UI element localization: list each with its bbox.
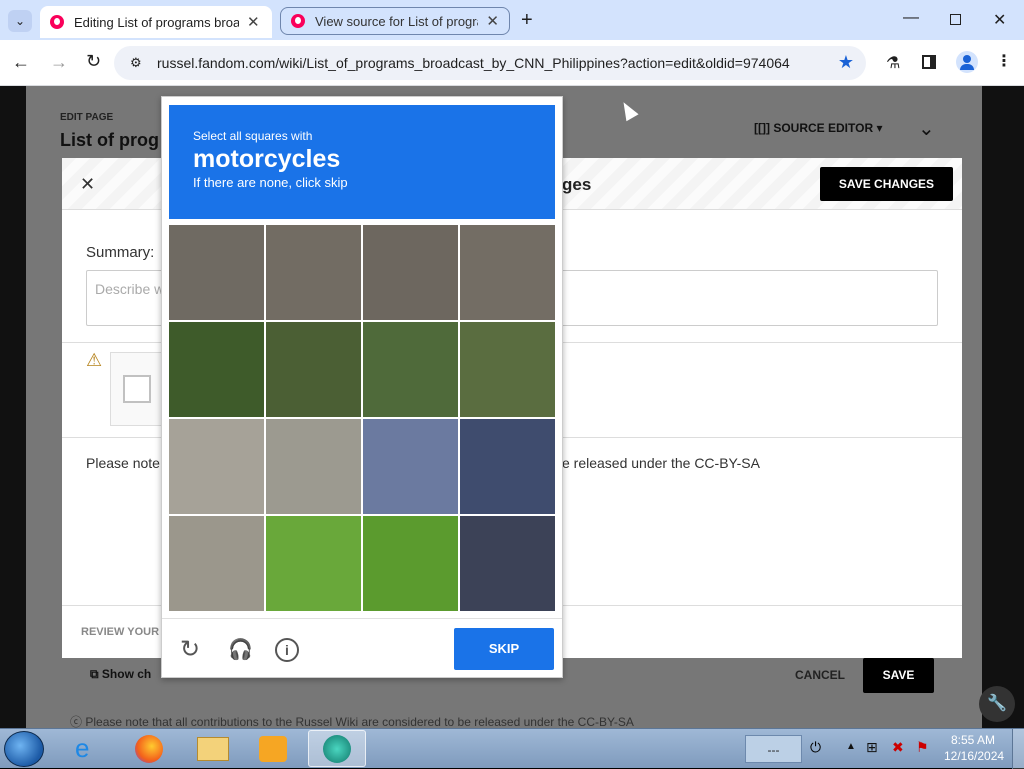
cc-icon: ⓒ <box>70 715 83 729</box>
source-editor-icon: [[]] <box>754 121 770 135</box>
review-label: REVIEW YOUR <box>81 626 160 638</box>
captcha-tile[interactable] <box>266 322 361 417</box>
show-changes-label: Show ch <box>101 667 152 681</box>
network-icon[interactable]: ⊞ <box>866 739 878 756</box>
tab-strip: ⌄ Editing List of programs broadc ✕ View… <box>0 0 1024 42</box>
captcha-grid <box>169 225 555 611</box>
captcha-tile[interactable] <box>266 225 361 320</box>
captcha-tile[interactable] <box>169 225 264 320</box>
captcha-tile[interactable] <box>363 516 458 611</box>
language-bar[interactable]: --- <box>745 735 802 763</box>
edit-page-label: EDIT PAGE <box>60 112 114 123</box>
close-tab-icon[interactable]: ✕ <box>486 12 499 30</box>
captcha-tile[interactable] <box>460 225 555 320</box>
clock-date: 12/16/2024 <box>944 749 1005 763</box>
maximize-button[interactable] <box>950 14 961 25</box>
captcha-tile[interactable] <box>266 419 361 514</box>
page-left-dark <box>0 86 26 728</box>
summary-placeholder: Describe w <box>95 281 165 297</box>
menu-icon[interactable]: ⋮ <box>996 51 1012 71</box>
close-icon[interactable]: ✕ <box>80 174 95 195</box>
wrench-icon[interactable]: 🔧 <box>979 686 1015 722</box>
new-tab-button[interactable]: + <box>521 9 533 32</box>
show-changes-button[interactable]: ⧉ Show ch <box>90 667 151 682</box>
footer-license-text: Please note that all contributions to th… <box>85 715 634 729</box>
firefox-icon[interactable] <box>135 735 163 763</box>
chevron-down-icon[interactable]: ⌄ <box>918 116 935 141</box>
diff-icon: ⧉ <box>90 667 99 681</box>
close-tab-icon[interactable]: ✕ <box>247 13 260 31</box>
bookmark-star-icon[interactable]: ★ <box>838 52 854 73</box>
recaptcha-checkbox[interactable] <box>123 375 151 403</box>
page-right-dark <box>982 86 1024 728</box>
captcha-tile[interactable] <box>169 516 264 611</box>
toolbar: ← → ↻ ⚙ russel.fandom.com/wiki/List_of_p… <box>0 40 1024 86</box>
minimize-button[interactable]: — <box>903 9 919 27</box>
close-window-button[interactable]: ✕ <box>993 10 1006 30</box>
info-icon[interactable]: i <box>275 638 299 662</box>
fandom-icon <box>50 15 64 29</box>
captcha-tile[interactable] <box>460 322 555 417</box>
captcha-target: motorcycles <box>193 145 341 173</box>
side-panel-icon[interactable] <box>922 55 936 69</box>
captcha-tile[interactable] <box>266 516 361 611</box>
address-bar[interactable]: ⚙ russel.fandom.com/wiki/List_of_program… <box>114 46 866 80</box>
explorer-icon[interactable] <box>197 737 229 761</box>
back-icon[interactable]: ← <box>12 52 30 73</box>
captcha-tile[interactable] <box>460 419 555 514</box>
page-title: List of prog <box>60 130 159 150</box>
headphones-icon[interactable]: 🎧 <box>228 637 253 662</box>
tab-view-source[interactable]: View source for List of program ✕ <box>280 7 510 35</box>
url-text: russel.fandom.com/wiki/List_of_programs_… <box>157 55 790 71</box>
show-hidden-icons[interactable]: ▲ <box>846 741 856 752</box>
source-editor-label: SOURCE EDITOR <box>773 121 874 135</box>
license-note-tail: e released under the CC-BY-SA <box>562 455 760 471</box>
media-player-icon[interactable] <box>259 736 287 762</box>
tab-search-button[interactable]: ⌄ <box>8 10 32 32</box>
forward-icon[interactable]: → <box>50 52 68 73</box>
captcha-tile[interactable] <box>363 225 458 320</box>
skip-button[interactable]: SKIP <box>454 628 554 670</box>
taskbar-active-app[interactable] <box>308 730 366 767</box>
fandom-icon <box>291 14 305 28</box>
modal-title: ges <box>562 175 592 194</box>
captcha-challenge: Select all squares with motorcycles If t… <box>161 96 563 678</box>
taskbar: e --- ⏻ ▲ ⊞ ✖ ⚑ 8:55 AM 12/16/2024 <box>0 728 1024 769</box>
action-center-icon[interactable]: ⚑ <box>916 739 929 756</box>
app-icon <box>323 735 351 763</box>
captcha-tile[interactable] <box>169 419 264 514</box>
profile-avatar[interactable] <box>956 51 978 73</box>
tab-title: Editing List of programs broadc <box>74 14 239 30</box>
start-button[interactable] <box>4 731 44 767</box>
save-changes-button[interactable]: SAVE CHANGES <box>820 167 953 201</box>
captcha-tile[interactable] <box>363 419 458 514</box>
cancel-button[interactable]: CANCEL <box>795 668 845 682</box>
captcha-header: Select all squares with motorcycles If t… <box>169 105 555 219</box>
captcha-tile[interactable] <box>169 322 264 417</box>
summary-label: Summary: <box>86 244 155 261</box>
captcha-instruction: Select all squares with <box>193 129 313 143</box>
captcha-tile[interactable] <box>460 516 555 611</box>
site-info-icon[interactable]: ⚙ <box>130 55 142 71</box>
ie-icon[interactable]: e <box>75 733 89 764</box>
captcha-hint: If there are none, click skip <box>193 175 348 190</box>
reload-icon[interactable]: ↻ <box>180 635 200 664</box>
caret-down-icon: ▾ <box>876 121 883 135</box>
captcha-tile[interactable] <box>363 322 458 417</box>
plug-icon[interactable]: ⏻ <box>810 739 821 756</box>
clock[interactable]: 8:55 AM 12/16/2024 <box>944 733 1005 763</box>
divider <box>162 618 562 619</box>
license-note: Please note <box>86 455 160 471</box>
volume-muted-icon[interactable]: ✖ <box>892 739 904 756</box>
warning-icon: ⚠ <box>86 350 103 370</box>
labs-icon[interactable]: ⚗ <box>886 53 900 73</box>
save-button[interactable]: SAVE <box>863 658 934 693</box>
tab-editing[interactable]: Editing List of programs broadc ✕ <box>40 6 272 38</box>
reload-icon[interactable]: ↻ <box>86 51 101 72</box>
clock-time: 8:55 AM <box>950 733 996 747</box>
source-editor-dropdown[interactable]: [[]] SOURCE EDITOR ▾ <box>754 121 883 135</box>
tab-title: View source for List of program <box>315 13 479 29</box>
show-desktop-button[interactable] <box>1012 729 1024 769</box>
